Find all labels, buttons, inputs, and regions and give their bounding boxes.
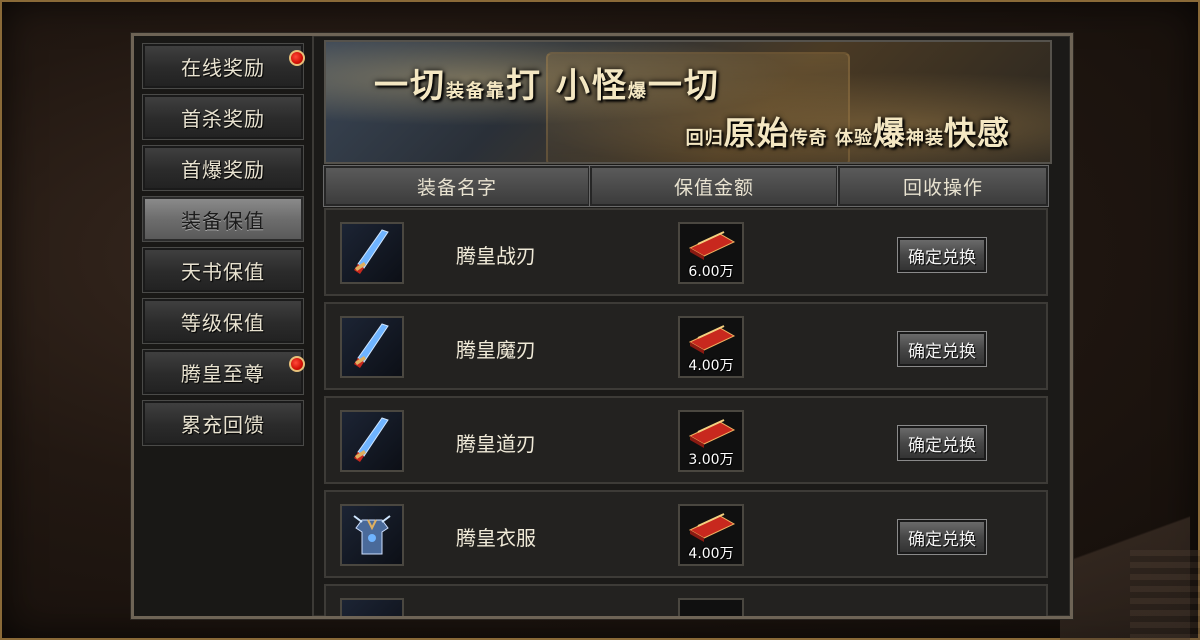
table-row: 腾皇魔刃 4.00万 确定兑换 — [324, 302, 1048, 390]
value-amount: 6.00万 — [688, 264, 734, 280]
sidebar-item-label: 首爆奖励 — [181, 157, 265, 182]
promo-banner: 一切装备靠打 小怪爆一切 回归原始传奇 体验爆神装快感 — [324, 40, 1052, 164]
armor-icon — [340, 504, 404, 566]
sidebar-item-supreme[interactable]: 腾皇至尊 — [142, 349, 305, 395]
confirm-exchange-button[interactable]: 确定兑换 — [897, 425, 987, 461]
sidebar-item-label: 天书保值 — [181, 259, 265, 284]
banner-text: 神装 — [905, 128, 944, 149]
banner-text: 传奇 体验 — [789, 128, 873, 149]
ingot-icon: 6.00万 — [678, 222, 744, 284]
banner-line-2: 回归原始传奇 体验爆神装快感 — [686, 108, 1010, 154]
value-amount: 4.00万 — [688, 546, 734, 562]
blade-icon — [340, 410, 404, 472]
ingot-icon: 3.00万 — [678, 410, 744, 472]
sidebar-item-first-kill-reward[interactable]: 首杀奖励 — [142, 94, 304, 140]
value-amount: 3.00万 — [688, 452, 734, 468]
sidebar-item-label: 首杀奖励 — [181, 106, 265, 131]
column-header-action: 回收操作 — [837, 165, 1049, 207]
item-name: 腾皇道刃 — [456, 432, 536, 456]
sidebar-item-label: 累充回馈 — [181, 412, 265, 437]
ingot-icon: 4.00万 — [678, 316, 744, 378]
sidebar-item-online-reward[interactable]: 在线奖励 — [142, 43, 305, 89]
sidebar-item-label: 等级保值 — [181, 310, 265, 335]
sidebar: 在线奖励 首杀奖励 首爆奖励 装备保值 天书保值 等级保值 腾皇至尊 累充回馈 — [134, 36, 314, 616]
table-row: 腾皇战刃 6.00万 确定兑换 — [324, 208, 1048, 296]
banner-text: 爆 — [627, 81, 648, 102]
banner-text: 打 小怪 — [506, 66, 628, 106]
sidebar-item-label: 腾皇至尊 — [181, 361, 265, 386]
sidebar-item-first-drop-reward[interactable]: 首爆奖励 — [142, 145, 304, 191]
column-header-name: 装备名字 — [323, 165, 591, 207]
table-row: 腾皇衣服 4.00万 确定兑换 — [324, 490, 1048, 578]
confirm-exchange-button[interactable]: 确定兑换 — [897, 331, 987, 367]
blade-icon — [340, 222, 404, 284]
background-tiles-decoration — [1130, 550, 1200, 640]
sidebar-item-equipment-value[interactable]: 装备保值 — [142, 196, 304, 242]
item-name: 腾皇衣服 — [456, 526, 536, 550]
table-header: 装备名字 保值金额 回收操作 — [323, 165, 1052, 207]
item-name: 腾皇战刃 — [456, 244, 536, 268]
confirm-exchange-button[interactable]: 确定兑换 — [897, 519, 987, 555]
ingot-icon: 4.00万 — [678, 504, 744, 566]
sidebar-item-book-value[interactable]: 天书保值 — [142, 247, 304, 293]
banner-text: 爆 — [872, 114, 906, 152]
confirm-exchange-button[interactable]: 确定兑换 — [897, 237, 987, 273]
table-row: 腾皇道刃 3.00万 确定兑换 — [324, 396, 1048, 484]
sidebar-item-recharge-feedback[interactable]: 累充回馈 — [142, 400, 304, 446]
banner-text: 原始 — [723, 114, 790, 152]
notification-dot-icon — [289, 356, 305, 372]
table-row — [324, 584, 1048, 616]
notification-dot-icon — [289, 50, 305, 66]
item-name: 腾皇魔刃 — [456, 338, 536, 362]
column-header-value: 保值金额 — [589, 165, 839, 207]
banner-text: 一切 — [374, 66, 446, 106]
banner-line-1: 一切装备靠打 小怪爆一切 — [374, 58, 720, 107]
item-slot-icon — [340, 598, 404, 616]
sidebar-item-label: 装备保值 — [181, 208, 265, 233]
banner-text: 快感 — [943, 114, 1010, 152]
sidebar-item-level-value[interactable]: 等级保值 — [142, 298, 304, 344]
ingot-icon — [678, 598, 744, 616]
banner-text: 装备靠 — [446, 81, 506, 102]
sidebar-item-label: 在线奖励 — [181, 55, 265, 80]
banner-text: 一切 — [647, 66, 720, 106]
banner-text: 回归 — [685, 128, 724, 149]
equipment-list[interactable]: 腾皇战刃 6.00万 确定兑换 腾皇魔刃 4.00万 确定兑换 腾皇道刃 3.0… — [324, 208, 1052, 616]
value-amount: 4.00万 — [688, 358, 734, 374]
recycle-panel: 在线奖励 首杀奖励 首爆奖励 装备保值 天书保值 等级保值 腾皇至尊 累充回馈 … — [131, 33, 1073, 619]
blade-icon — [340, 316, 404, 378]
